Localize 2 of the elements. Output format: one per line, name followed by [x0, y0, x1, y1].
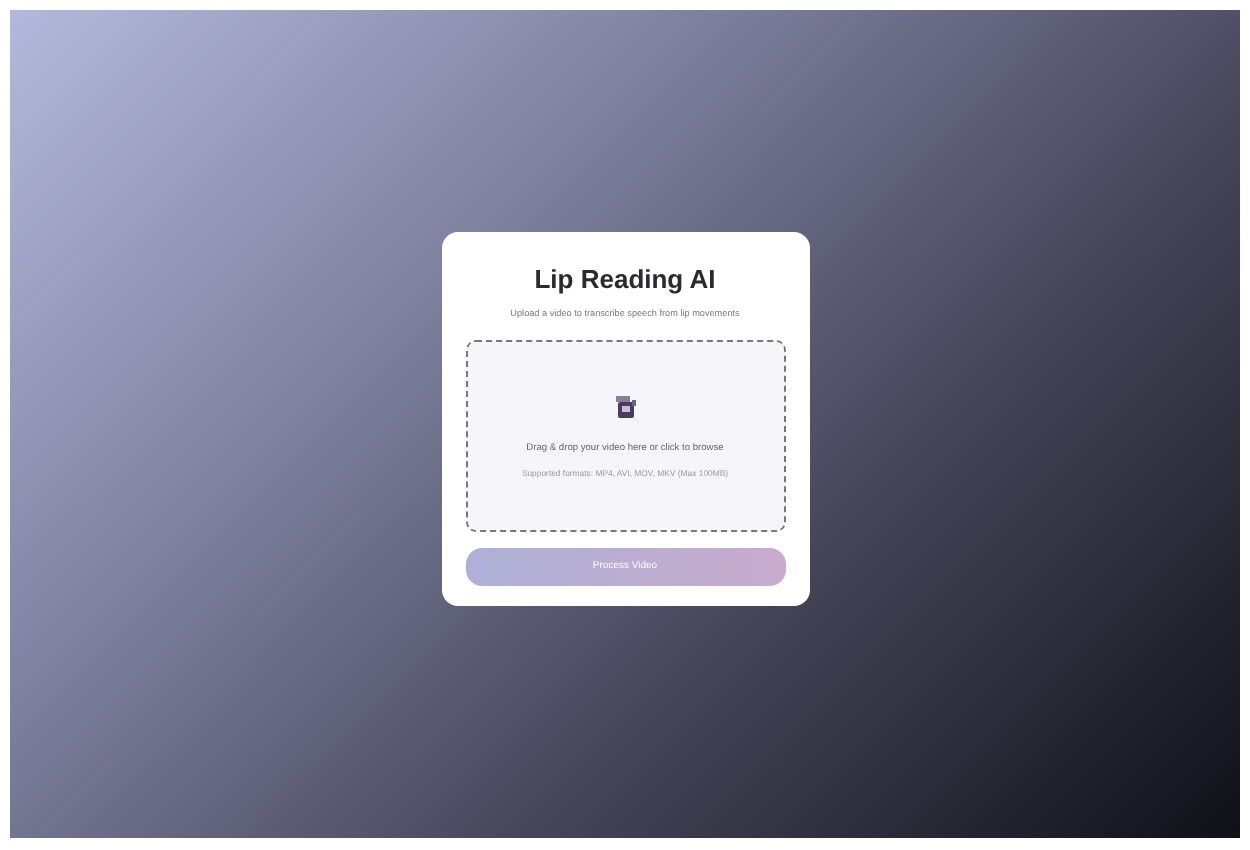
- video-file-icon: [613, 393, 637, 419]
- card-title: Lip Reading AI: [534, 263, 716, 293]
